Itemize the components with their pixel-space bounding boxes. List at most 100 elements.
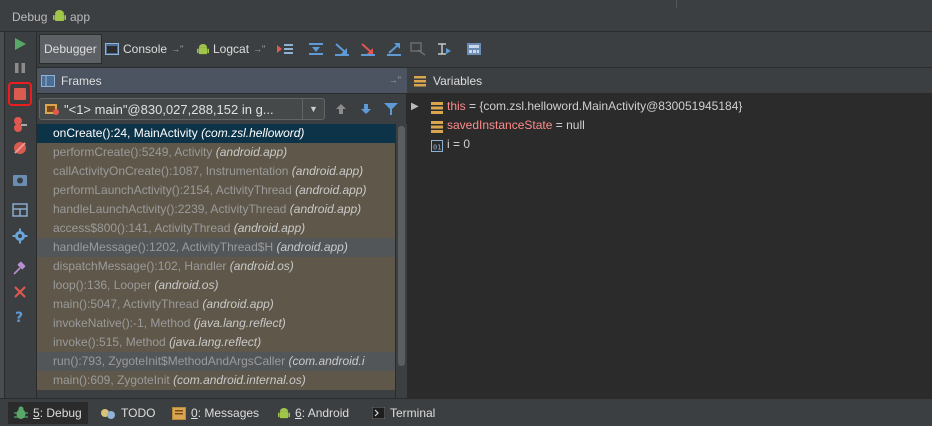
restore-layout-button[interactable] bbox=[10, 200, 30, 220]
settings-button[interactable] bbox=[10, 226, 30, 246]
close-button[interactable] bbox=[10, 282, 30, 302]
hide-library-frames-button[interactable] bbox=[382, 100, 400, 118]
frame-row[interactable]: main():609, ZygoteInit (com.android.inte… bbox=[37, 371, 395, 390]
todo-icon bbox=[100, 406, 116, 420]
frame-package: (java.lang.reflect) bbox=[193, 316, 286, 330]
view-breakpoints-button[interactable] bbox=[10, 114, 30, 134]
variables-panel: Variables ▶ this = {com.zsl.helloword.Ma… bbox=[407, 68, 932, 398]
frame-row[interactable]: loop():136, Looper (android.os) bbox=[37, 276, 395, 295]
stop-icon bbox=[14, 88, 26, 100]
mute-breakpoints-button[interactable] bbox=[10, 138, 30, 158]
tool-tab-terminal-label: Terminal bbox=[390, 406, 436, 420]
tool-tab-messages-label: : Messages bbox=[197, 406, 260, 420]
tab-debugger[interactable]: Debugger bbox=[39, 34, 102, 64]
variable-row[interactable]: savedInstanceState = null bbox=[407, 116, 932, 135]
stop-button[interactable] bbox=[8, 82, 32, 106]
frame-method: access$800():141, ActivityThread bbox=[53, 221, 234, 235]
frame-method: performCreate():5249, Activity bbox=[53, 145, 216, 159]
tool-tab-android-label: : Android bbox=[301, 406, 350, 420]
help-button[interactable]: ? bbox=[10, 307, 30, 327]
tool-tab-android[interactable]: 6: Android bbox=[272, 402, 355, 424]
frame-row[interactable]: dispatchMessage():102, Handler (android.… bbox=[37, 257, 395, 276]
frame-method: callActivityOnCreate():1087, Instrumenta… bbox=[53, 164, 292, 178]
frames-scrollbar[interactable] bbox=[395, 124, 407, 398]
tool-tab-todo[interactable]: TODO bbox=[94, 402, 161, 424]
frame-row[interactable]: callActivityOnCreate():1087, Instrumenta… bbox=[37, 162, 395, 181]
tool-tab-messages-number: 0 bbox=[191, 406, 198, 420]
camera-icon bbox=[13, 175, 27, 186]
chevron-down-icon[interactable]: ▼ bbox=[302, 99, 324, 119]
arrow-down-icon bbox=[361, 104, 371, 114]
variable-equals: = bbox=[449, 137, 464, 151]
get-thread-dump-button[interactable] bbox=[10, 170, 30, 190]
variable-value: {com.zsl.helloword.MainActivity@83005194… bbox=[479, 99, 743, 113]
tab-console[interactable]: Console →" bbox=[101, 34, 187, 64]
frame-package: (android.app) bbox=[233, 221, 306, 235]
pin-icon bbox=[13, 261, 26, 275]
debug-side-toolbar: ? bbox=[0, 32, 37, 398]
tool-tab-messages[interactable]: 0: Messages bbox=[166, 402, 265, 424]
frame-row[interactable]: run():793, ZygoteInit$MethodAndArgsCalle… bbox=[37, 352, 395, 371]
frame-row[interactable]: invoke():515, Method (java.lang.reflect) bbox=[37, 333, 395, 352]
step-over-button[interactable] bbox=[307, 40, 325, 58]
logcat-pin-icon[interactable]: →" bbox=[253, 44, 265, 54]
resume-program-button[interactable] bbox=[10, 34, 30, 54]
filter-icon bbox=[384, 103, 398, 115]
next-frame-button[interactable] bbox=[357, 100, 375, 118]
step-out-icon bbox=[387, 43, 401, 56]
step-out-button[interactable] bbox=[385, 40, 403, 58]
variable-row[interactable]: ▶ this = {com.zsl.helloword.MainActivity… bbox=[407, 97, 932, 116]
frame-row[interactable]: performCreate():5249, Activity (android.… bbox=[37, 143, 395, 162]
tool-tab-terminal[interactable]: Terminal bbox=[366, 402, 441, 424]
pin-tab-button[interactable] bbox=[10, 258, 30, 278]
arrow-up-icon bbox=[336, 104, 346, 114]
frames-pin-icon[interactable]: →" bbox=[389, 75, 401, 85]
variable-value: 0 bbox=[463, 137, 471, 151]
frame-package: (com.android.i bbox=[288, 354, 365, 368]
frame-method: run():793, ZygoteInit$MethodAndArgsCalle… bbox=[53, 354, 289, 368]
frame-row[interactable]: performLaunchActivity():2154, ActivityTh… bbox=[37, 181, 395, 200]
thread-select[interactable]: "<1> main"@830,027,288,152 in g... ▼ bbox=[39, 98, 325, 120]
variable-row[interactable]: 01 i = 0 bbox=[407, 135, 932, 154]
tab-debugger-label: Debugger bbox=[44, 42, 97, 56]
frame-method: performLaunchActivity():2154, ActivityTh… bbox=[53, 183, 296, 197]
step-over-icon bbox=[309, 43, 323, 55]
frames-panel: Frames →" "<1> main"@830,027,288,152 in … bbox=[37, 68, 407, 398]
frame-row[interactable]: invokeNative():-1, Method (java.lang.ref… bbox=[37, 314, 395, 333]
frame-row[interactable]: main():5047, ActivityThread (android.app… bbox=[37, 295, 395, 314]
expand-arrow-icon[interactable]: ▶ bbox=[411, 97, 419, 116]
svg-text:01: 01 bbox=[433, 144, 441, 152]
thread-suspended-icon bbox=[44, 102, 60, 119]
frames-scrollbar-thumb[interactable] bbox=[398, 126, 405, 366]
run-to-cursor-button[interactable] bbox=[435, 40, 453, 58]
frame-list: onCreate():24, MainActivity (com.zsl.hel… bbox=[37, 124, 395, 398]
execution-point-icon bbox=[277, 44, 293, 54]
variable-name: savedInstanceState bbox=[447, 118, 553, 132]
frame-method: invoke():515, Method bbox=[53, 335, 170, 349]
variables-panel-icon bbox=[414, 75, 426, 86]
frame-row[interactable]: onCreate():24, MainActivity (com.zsl.hel… bbox=[37, 124, 395, 143]
evaluate-expression-button[interactable] bbox=[465, 40, 483, 58]
frame-row[interactable]: handleMessage():1202, ActivityThread$H (… bbox=[37, 238, 395, 257]
frame-package: (android.app) bbox=[215, 145, 288, 159]
tool-tab-android-number: 6 bbox=[295, 406, 302, 420]
pause-program-button[interactable] bbox=[10, 58, 30, 78]
frame-method: onCreate():24, MainActivity bbox=[53, 126, 202, 140]
tool-tab-debug[interactable]: 5: Debug bbox=[8, 402, 88, 424]
force-step-into-button[interactable] bbox=[359, 40, 377, 58]
run-config-name: app bbox=[70, 10, 91, 24]
step-into-button[interactable] bbox=[333, 40, 351, 58]
drop-frame-button[interactable] bbox=[409, 40, 427, 58]
console-pin-icon[interactable]: →" bbox=[171, 44, 183, 54]
frame-row[interactable]: access$800():141, ActivityThread (androi… bbox=[37, 219, 395, 238]
drop-frame-icon bbox=[410, 42, 426, 56]
frame-method: main():5047, ActivityThread bbox=[53, 297, 203, 311]
frame-method: invokeNative():-1, Method bbox=[53, 316, 194, 330]
resume-icon bbox=[15, 38, 26, 50]
variable-text: this = {com.zsl.helloword.MainActivity@8… bbox=[447, 97, 742, 116]
frame-row[interactable]: handleLaunchActivity():2239, ActivityThr… bbox=[37, 200, 395, 219]
svg-text:?: ? bbox=[15, 310, 23, 325]
previous-frame-button[interactable] bbox=[332, 100, 350, 118]
tab-logcat[interactable]: Logcat →" bbox=[193, 34, 269, 64]
show-execution-point-button[interactable] bbox=[276, 40, 294, 58]
